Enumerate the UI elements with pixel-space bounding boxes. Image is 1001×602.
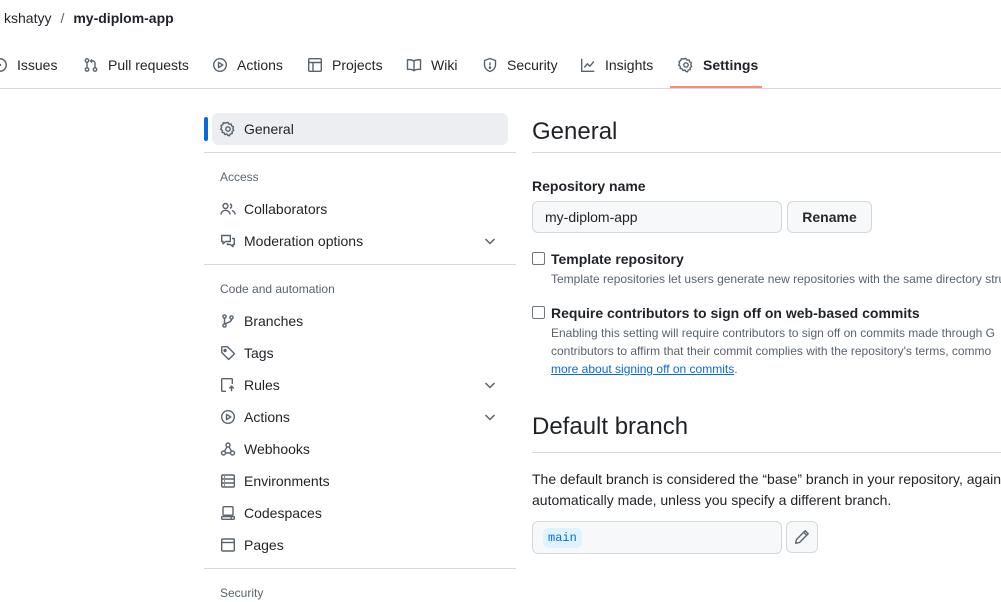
sidebar-divider [204, 568, 516, 569]
pull-request-icon [84, 58, 98, 72]
signoff-description-line: more about signing off on commits. [551, 360, 738, 378]
sidebar-item-actions[interactable]: Actions [212, 401, 508, 433]
table-icon [308, 58, 323, 73]
tab-settings[interactable]: Settings [678, 49, 758, 81]
codespaces-icon [221, 506, 236, 520]
chevron-down-icon[interactable] [482, 233, 498, 249]
tag-icon [221, 346, 236, 361]
sidebar-item-webhooks[interactable]: Webhooks [212, 433, 508, 465]
signoff-label[interactable]: Require contributors to sign off on web-… [551, 305, 920, 321]
default-branch-description-line: The default branch is considered the “ba… [532, 471, 1001, 487]
sidebar-item-general[interactable]: General [212, 113, 508, 145]
tab-label: Pull requests [108, 57, 189, 73]
tab-pull-requests[interactable]: Pull requests [83, 49, 189, 81]
default-branch-title: Default branch [532, 413, 689, 440]
breadcrumb-separator: / [60, 10, 65, 26]
breadcrumb: kshatyy / my-diplom-app [4, 8, 174, 28]
tab-label: Settings [703, 57, 759, 73]
sidebar-item-label: Environments [244, 473, 330, 489]
tab-label: Projects [332, 57, 383, 73]
signoff-period: . [734, 362, 738, 376]
rename-button[interactable]: Rename [787, 201, 872, 233]
signoff-description-line: Enabling this setting will require contr… [551, 326, 995, 340]
sidebar-item-rules[interactable]: Rules [212, 369, 508, 401]
pencil-icon [795, 530, 809, 544]
header-border [0, 88, 1001, 89]
play-icon [220, 409, 236, 425]
sidebar-item-label: Rules [244, 377, 280, 393]
tab-label: Insights [605, 57, 654, 73]
git-branch-icon [222, 314, 234, 328]
repo-push-icon [221, 378, 235, 392]
sidebar-item-label: Codespaces [244, 505, 322, 521]
default-branch-divider [532, 452, 1001, 453]
sidebar-item-label: Moderation options [244, 233, 364, 249]
sidebar-item-label: Tags [244, 345, 274, 361]
template-repository-checkbox[interactable] [532, 252, 545, 265]
sidebar-item-pages[interactable]: Pages [212, 529, 508, 561]
browser-icon [221, 538, 236, 552]
gear-icon [678, 57, 693, 73]
default-branch-description-line: automatically made, unless you specify a… [532, 492, 892, 508]
sidebar-item-environments[interactable]: Environments [212, 465, 508, 497]
tab-issues[interactable]: Issues [0, 49, 57, 81]
signoff-description-line: contributors to affirm that their commit… [551, 344, 992, 358]
chevron-down-icon[interactable] [482, 377, 498, 393]
title-divider [532, 152, 1001, 153]
shield-icon [483, 57, 497, 73]
tab-label: Wiki [431, 57, 458, 73]
sidebar-divider [204, 152, 516, 153]
repository-name-label: Repository name [532, 178, 646, 194]
tab-wiki[interactable]: Wiki [406, 49, 457, 81]
sidebar-heading-code-automation: Code and automation [220, 282, 335, 296]
edit-default-branch-button[interactable] [786, 521, 818, 553]
sidebar-item-tags[interactable]: Tags [212, 337, 508, 369]
gear-icon [220, 121, 235, 137]
breadcrumb-owner[interactable]: kshatyy [4, 10, 51, 26]
sidebar-heading-access: Access [220, 170, 259, 184]
sidebar-item-branches[interactable]: Branches [212, 305, 508, 337]
server-icon [221, 474, 236, 488]
comment-discussion-icon [221, 234, 235, 248]
tab-label: Issues [17, 57, 58, 73]
book-icon [406, 59, 422, 72]
sidebar-item-label: Pages [244, 537, 284, 553]
sidebar-item-moderation-options[interactable]: Moderation options [212, 225, 508, 257]
branch-name-badge: main [543, 528, 582, 548]
template-repository-label[interactable]: Template repository [551, 251, 684, 267]
sidebar-item-label: Branches [244, 313, 304, 329]
default-branch-field: main [532, 521, 782, 554]
signoff-checkbox[interactable] [532, 306, 545, 319]
tab-insights[interactable]: Insights [580, 49, 653, 81]
sidebar-item-collaborators[interactable]: Collaborators [212, 193, 508, 225]
tab-projects[interactable]: Projects [307, 49, 383, 81]
sidebar-item-label: Webhooks [244, 441, 310, 457]
issue-opened-icon [0, 58, 7, 72]
breadcrumb-repo[interactable]: my-diplom-app [73, 10, 173, 26]
sidebar-heading-security: Security [220, 586, 264, 600]
webhook-icon [220, 442, 236, 456]
repository-name-input[interactable]: my-diplom-app [532, 201, 782, 233]
graph-icon [581, 58, 595, 72]
tab-actions[interactable]: Actions [212, 49, 283, 81]
sidebar-item-label: General [244, 121, 294, 137]
people-icon [220, 202, 236, 215]
sidebar-item-codespaces[interactable]: Codespaces [212, 497, 508, 529]
page-title: General [532, 118, 618, 145]
sidebar-item-label: Actions [244, 409, 290, 425]
play-icon [212, 57, 228, 73]
tab-label: Security [507, 57, 558, 73]
active-indicator [204, 117, 208, 141]
sidebar-item-label: Collaborators [244, 201, 328, 217]
signoff-learn-more-link[interactable]: more about signing off on commits [551, 362, 734, 376]
tab-security[interactable]: Security [482, 49, 558, 81]
sidebar-divider [204, 264, 516, 265]
tab-label: Actions [237, 57, 283, 73]
template-repository-description: Template repositories let users generate… [551, 272, 1001, 286]
chevron-down-icon[interactable] [482, 409, 498, 425]
